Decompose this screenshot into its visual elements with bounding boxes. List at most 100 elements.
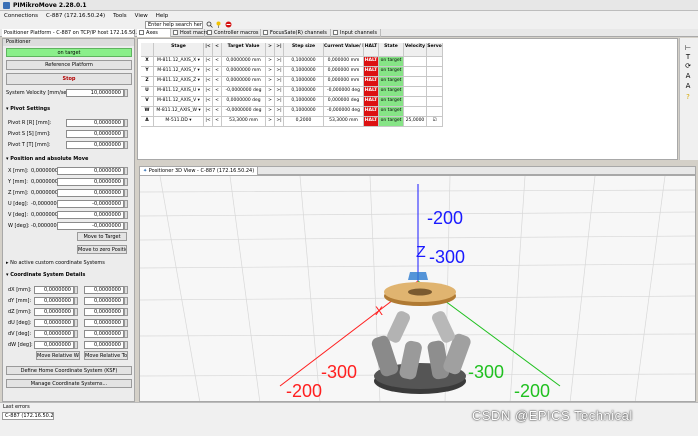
- coord-row-spinner-a[interactable]: [74, 286, 78, 294]
- move-min-button[interactable]: |<: [204, 77, 213, 87]
- table-header-cell[interactable]: >: [266, 43, 275, 57]
- pos-row-spinner[interactable]: [124, 167, 128, 175]
- pos-row-target-input[interactable]: 0,0000000: [57, 189, 124, 197]
- table-header-cell[interactable]: Velocity: [404, 43, 427, 57]
- define-home-button[interactable]: Define Home Coordinate System (KSF): [6, 366, 132, 375]
- velocity-cell[interactable]: [404, 87, 427, 97]
- step-up-button[interactable]: >: [266, 97, 275, 107]
- no-active-coord-header[interactable]: ▸ No active custom coordinate Systems: [6, 260, 105, 266]
- velocity-cell[interactable]: [404, 77, 427, 87]
- halt-button[interactable]: HALT: [364, 57, 379, 67]
- coord-row-spinner-b[interactable]: [124, 319, 128, 327]
- target-value-cell[interactable]: -0,0000000 deg: [222, 87, 266, 97]
- pos-row-target-input[interactable]: 0,0000000: [57, 211, 124, 219]
- halt-button[interactable]: HALT: [364, 97, 379, 107]
- menu-view[interactable]: View: [135, 13, 148, 19]
- target-value-cell[interactable]: 0,0000000 mm: [222, 67, 266, 77]
- coord-row-input-b[interactable]: 0,0000000: [84, 308, 124, 316]
- halt-button[interactable]: HALT: [364, 67, 379, 77]
- servo-checkbox[interactable]: [427, 77, 443, 87]
- refresh-icon[interactable]: ⟳: [684, 62, 692, 70]
- pos-row-spinner[interactable]: [124, 222, 128, 230]
- coord-row-input-a[interactable]: 0,0000000: [34, 308, 74, 316]
- step-up-button[interactable]: >: [266, 77, 275, 87]
- tab-positioner-platform[interactable]: Positioner Platform - C-887 on TCP/IP ho…: [2, 29, 150, 37]
- controller-status-box[interactable]: C-887 (172.16.50.24): [2, 412, 54, 420]
- velocity-cell[interactable]: 25,0000: [404, 117, 427, 127]
- pos-row-target-input[interactable]: -0,0000000: [57, 200, 124, 208]
- move-relative-work-button[interactable]: Move Relative Work: [36, 351, 80, 360]
- move-min-button[interactable]: |<: [204, 57, 213, 67]
- move-min-button[interactable]: |<: [204, 117, 213, 127]
- coord-row-input-b[interactable]: 0,0000000: [84, 286, 124, 294]
- system-velocity-input[interactable]: 10,0000000: [66, 89, 124, 97]
- coord-row-input-a[interactable]: 0,0000000: [34, 330, 74, 338]
- move-max-button[interactable]: >|: [275, 67, 284, 77]
- pivot-t-spinner[interactable]: [124, 141, 128, 149]
- step-size-cell[interactable]: 0,1000000: [284, 107, 324, 117]
- target-value-cell[interactable]: 0,0000000 mm: [222, 57, 266, 67]
- stage-cell[interactable]: M-811.12_AXIS_W ▾: [154, 107, 204, 117]
- menu-tools[interactable]: Tools: [113, 13, 127, 19]
- table-header-cell[interactable]: |<: [204, 43, 213, 57]
- coord-row-spinner-b[interactable]: [124, 297, 128, 305]
- position-move-header[interactable]: ▾ Position and absolute Move: [6, 156, 88, 162]
- pivot-r-input[interactable]: 0,0000000: [66, 119, 124, 127]
- servo-checkbox[interactable]: [427, 57, 443, 67]
- coord-row-spinner-a[interactable]: [74, 308, 78, 316]
- tab-controller-macros[interactable]: Controller macros: [205, 29, 261, 37]
- manage-coord-button[interactable]: Manage Coordinate Systems...: [6, 379, 132, 388]
- halt-button[interactable]: HALT: [364, 77, 379, 87]
- step-down-button[interactable]: <: [213, 77, 222, 87]
- stage-cell[interactable]: M-511.DD ▾: [154, 117, 204, 127]
- pos-row-target-input[interactable]: 0,0000000: [57, 178, 124, 186]
- move-relative-tool-button[interactable]: Move Relative Tool: [84, 351, 128, 360]
- coord-row-spinner-b[interactable]: [124, 286, 128, 294]
- pivot-r-spinner[interactable]: [124, 119, 128, 127]
- coord-details-header[interactable]: ▾ Coordinate System Details: [6, 272, 85, 278]
- target-value-cell[interactable]: 53,3000 mm: [222, 117, 266, 127]
- velocity-cell[interactable]: [404, 57, 427, 67]
- last-errors-label[interactable]: Last errors: [3, 404, 30, 410]
- coord-row-input-b[interactable]: 0,0000000: [84, 319, 124, 327]
- coord-row-input-a[interactable]: 0,0000000: [34, 286, 74, 294]
- step-up-button[interactable]: >: [266, 107, 275, 117]
- step-size-cell[interactable]: 0,1000000: [284, 87, 324, 97]
- move-min-button[interactable]: |<: [204, 67, 213, 77]
- move-max-button[interactable]: >|: [275, 87, 284, 97]
- step-up-button[interactable]: >: [266, 117, 275, 127]
- stop-icon[interactable]: [225, 21, 232, 28]
- step-down-button[interactable]: <: [213, 97, 222, 107]
- servo-checkbox[interactable]: [427, 97, 443, 107]
- table-header-cell[interactable]: Step size: [284, 43, 324, 57]
- move-max-button[interactable]: >|: [275, 97, 284, 107]
- velocity-cell[interactable]: [404, 107, 427, 117]
- step-down-button[interactable]: <: [213, 87, 222, 97]
- tab-axes[interactable]: Axes: [137, 29, 171, 37]
- target-value-cell[interactable]: 0,0000000 deg: [222, 97, 266, 107]
- coord-row-spinner-a[interactable]: [74, 330, 78, 338]
- halt-button[interactable]: HALT: [364, 107, 379, 117]
- velocity-cell[interactable]: [404, 97, 427, 107]
- move-to-target-button[interactable]: Move to Target: [77, 232, 127, 241]
- step-size-cell[interactable]: 0,1000000: [284, 97, 324, 107]
- table-header-cell[interactable]: <: [213, 43, 222, 57]
- target-value-cell[interactable]: -0,0000000 deg: [222, 107, 266, 117]
- table-header-cell[interactable]: State: [379, 43, 404, 57]
- pivot-s-input[interactable]: 0,0000000: [66, 130, 124, 138]
- move-max-button[interactable]: >|: [275, 117, 284, 127]
- table-header-cell[interactable]: Current Value/ Position: [324, 43, 364, 57]
- servo-checkbox[interactable]: [427, 87, 443, 97]
- positioner-3d-view[interactable]: -200 -300 Z X -300 -200 -300 -200: [139, 175, 696, 402]
- menu-help[interactable]: Help: [156, 13, 169, 19]
- coord-row-input-a[interactable]: 0,0000000: [34, 341, 74, 349]
- font-increase-icon[interactable]: A: [684, 72, 692, 80]
- target-value-cell[interactable]: 0,0000000 mm: [222, 77, 266, 87]
- tab-3d-view[interactable]: ✦ Positioner 3D View - C-887 (172.16.50.…: [140, 167, 259, 175]
- tab-host-macros[interactable]: Host macros: [171, 29, 211, 37]
- tab-focussate-channels[interactable]: FocusSate(R) channels: [261, 29, 331, 37]
- coord-row-spinner-b[interactable]: [124, 330, 128, 338]
- halt-button[interactable]: HALT: [364, 87, 379, 97]
- servo-checkbox[interactable]: [427, 67, 443, 77]
- step-down-button[interactable]: <: [213, 67, 222, 77]
